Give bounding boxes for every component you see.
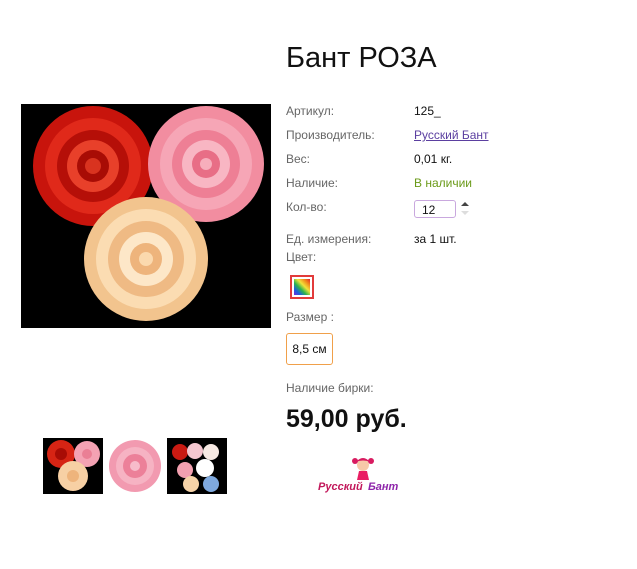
- weight-label: Вес:: [286, 152, 311, 166]
- size-option-button[interactable]: 8,5 см: [286, 333, 333, 365]
- thumbnail-strip: [43, 438, 227, 494]
- maker-link[interactable]: Русский Бант: [414, 128, 489, 142]
- tag-label: Наличие бирки:: [286, 381, 374, 395]
- stock-label: Наличие:: [286, 176, 339, 190]
- spinner-arrows-icon[interactable]: [461, 201, 469, 217]
- maker-label: Производитель:: [286, 128, 375, 142]
- spinner-up-icon[interactable]: [461, 202, 469, 206]
- color-label: Цвет:: [286, 250, 317, 264]
- sku-label: Артикул:: [286, 104, 335, 118]
- swatch-fill: [294, 279, 310, 295]
- product-title: Бант РОЗА: [286, 42, 437, 74]
- size-label: Размер :: [286, 310, 334, 324]
- stock-status: В наличии: [414, 176, 473, 190]
- thumbnail-3[interactable]: [167, 438, 227, 494]
- product-price: 59,00 руб.: [286, 405, 407, 433]
- thumbnail-2[interactable]: [105, 438, 165, 494]
- quantity-input[interactable]: 12: [414, 200, 456, 218]
- unit-value: за 1 шт.: [414, 232, 457, 246]
- spinner-down-icon[interactable]: [461, 211, 469, 215]
- weight-value: 0,01 кг.: [414, 152, 453, 166]
- brand-logo-text-1: Русский: [318, 481, 363, 493]
- thumbnail-1[interactable]: [43, 438, 103, 494]
- qty-label: Кол-во:: [286, 200, 327, 214]
- brand-logo-text-2: Бант: [368, 481, 399, 493]
- unit-label: Ед. измерения:: [286, 232, 372, 246]
- rainbow-swatch-icon[interactable]: [290, 275, 314, 299]
- main-product-image[interactable]: [21, 104, 271, 328]
- brand-logo[interactable]: Русский Бант: [318, 456, 408, 496]
- sku-value: 125_: [414, 104, 441, 118]
